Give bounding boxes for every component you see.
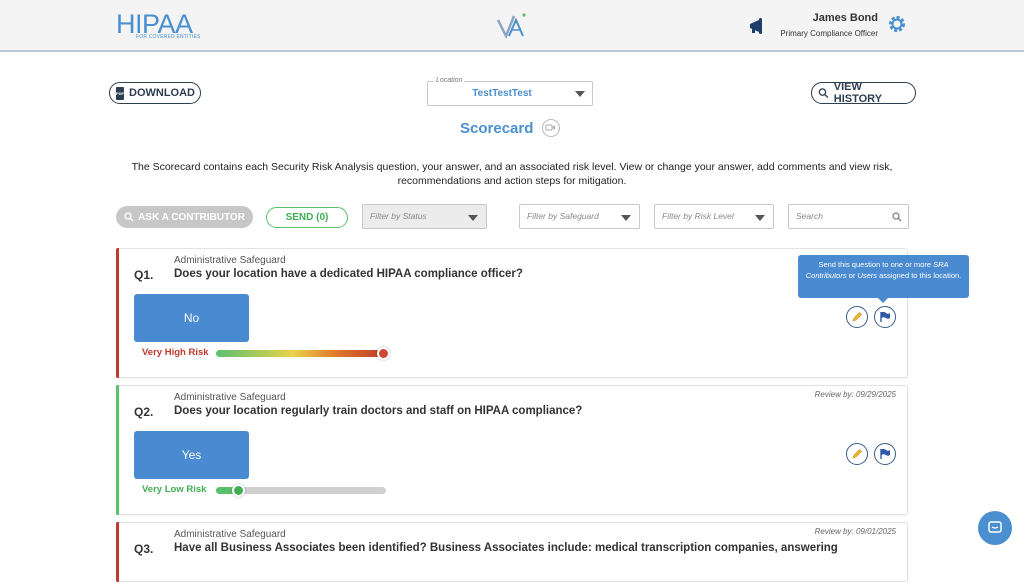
- question-text: Does your location have a dedicated HIPA…: [174, 268, 523, 280]
- search-placeholder: Search: [796, 211, 823, 221]
- brand-subtitle: FOR COVERED ENTITIES: [136, 34, 201, 40]
- location-label: Location: [434, 77, 465, 84]
- megaphone-icon[interactable]: [748, 16, 768, 36]
- chevron-down-icon: [621, 215, 631, 221]
- question-safeguard: Administrative Safeguard: [174, 392, 286, 403]
- risk-stripe: [116, 522, 119, 582]
- user-name: James Bond: [812, 12, 878, 24]
- tooltip-text: Send this question to one or more: [818, 260, 934, 269]
- risk-meter-fill: [216, 350, 386, 357]
- pencil-icon: [852, 312, 862, 322]
- answer-button[interactable]: Yes: [134, 431, 249, 479]
- filter-safeguard-label: Filter by Safeguard: [527, 211, 599, 221]
- question-number: Q3.: [134, 542, 154, 556]
- ask-contributor-button[interactable]: ASK A CONTRIBUTOR: [116, 206, 253, 228]
- risk-meter: [216, 347, 390, 360]
- question-number: Q1.: [134, 268, 154, 282]
- user-role: Primary Compliance Officer: [780, 29, 878, 38]
- search-input[interactable]: Search: [788, 204, 909, 229]
- view-history-button[interactable]: VIEW HISTORY: [811, 81, 916, 105]
- send-button[interactable]: SEND (0): [266, 207, 348, 228]
- page-title: Scorecard: [460, 120, 534, 137]
- view-history-label: VIEW HISTORY: [833, 81, 883, 105]
- filter-risk-select[interactable]: Filter by Risk Level: [654, 204, 774, 229]
- gear-icon[interactable]: [887, 14, 907, 34]
- location-value: TestTestTest: [472, 88, 532, 99]
- question-card: Administrative Safeguard Q1. Does your l…: [116, 248, 908, 378]
- intro-text: The Scorecard contains each Security Ris…: [131, 161, 893, 187]
- answer-button[interactable]: No: [134, 294, 249, 342]
- risk-stripe: [116, 248, 119, 378]
- pencil-icon: [852, 449, 862, 459]
- question-safeguard: Administrative Safeguard: [174, 529, 286, 540]
- chevron-down-icon: [755, 215, 765, 221]
- risk-meter-knob: [377, 347, 390, 360]
- download-label: DOWNLOAD: [129, 87, 195, 99]
- chevron-down-icon: [575, 91, 585, 97]
- question-text: Have all Business Associates been identi…: [174, 542, 838, 554]
- review-date: Review by: 09/01/2025: [814, 527, 896, 536]
- review-date: Review by: 09/29/2025: [814, 390, 896, 399]
- download-button[interactable]: PDF DOWNLOAD: [109, 82, 201, 104]
- risk-meter: [216, 484, 386, 497]
- edit-button[interactable]: [846, 443, 868, 465]
- question-number: Q2.: [134, 405, 154, 419]
- search-icon: [124, 212, 134, 222]
- risk-label: Very High Risk: [142, 347, 209, 358]
- filter-status-label: Filter by Status: [370, 211, 427, 221]
- flag-icon: [880, 311, 890, 322]
- send-question-button[interactable]: [874, 443, 896, 465]
- chevron-down-icon: [468, 215, 478, 221]
- send-question-button[interactable]: [874, 306, 896, 328]
- video-icon[interactable]: [542, 119, 560, 137]
- tooltip-text: assigned to this location.: [877, 271, 962, 280]
- risk-meter-knob: [232, 484, 245, 497]
- ask-contributor-label: ASK A CONTRIBUTOR: [138, 211, 245, 223]
- risk-label: Very Low Risk: [142, 484, 207, 495]
- search-icon: [892, 212, 902, 222]
- filter-status-select[interactable]: Filter by Status: [362, 204, 487, 229]
- search-icon: [818, 88, 829, 98]
- tooltip-text: or: [846, 271, 858, 280]
- app-logo-icon[interactable]: [496, 12, 530, 40]
- pdf-icon: PDF: [116, 86, 124, 100]
- top-bar: HIPAA FOR COVERED ENTITIES James Bond Pr…: [0, 0, 1024, 52]
- question-text: Does your location regularly train docto…: [174, 405, 583, 417]
- question-card: Administrative Safeguard Q2. Does your l…: [116, 385, 908, 515]
- filter-safeguard-select[interactable]: Filter by Safeguard: [519, 204, 640, 229]
- filter-risk-label: Filter by Risk Level: [662, 211, 734, 221]
- tooltip-emphasis: Users: [857, 271, 878, 280]
- send-tooltip: Send this question to one or more SRA Co…: [798, 255, 969, 303]
- risk-stripe: [116, 385, 119, 515]
- question-safeguard: Administrative Safeguard: [174, 255, 286, 266]
- chat-icon: [988, 521, 1002, 533]
- chat-launcher-button[interactable]: [978, 511, 1012, 545]
- edit-button[interactable]: [846, 306, 868, 328]
- flag-icon: [880, 448, 890, 459]
- question-card: Administrative Safeguard Q3. Have all Bu…: [116, 522, 908, 582]
